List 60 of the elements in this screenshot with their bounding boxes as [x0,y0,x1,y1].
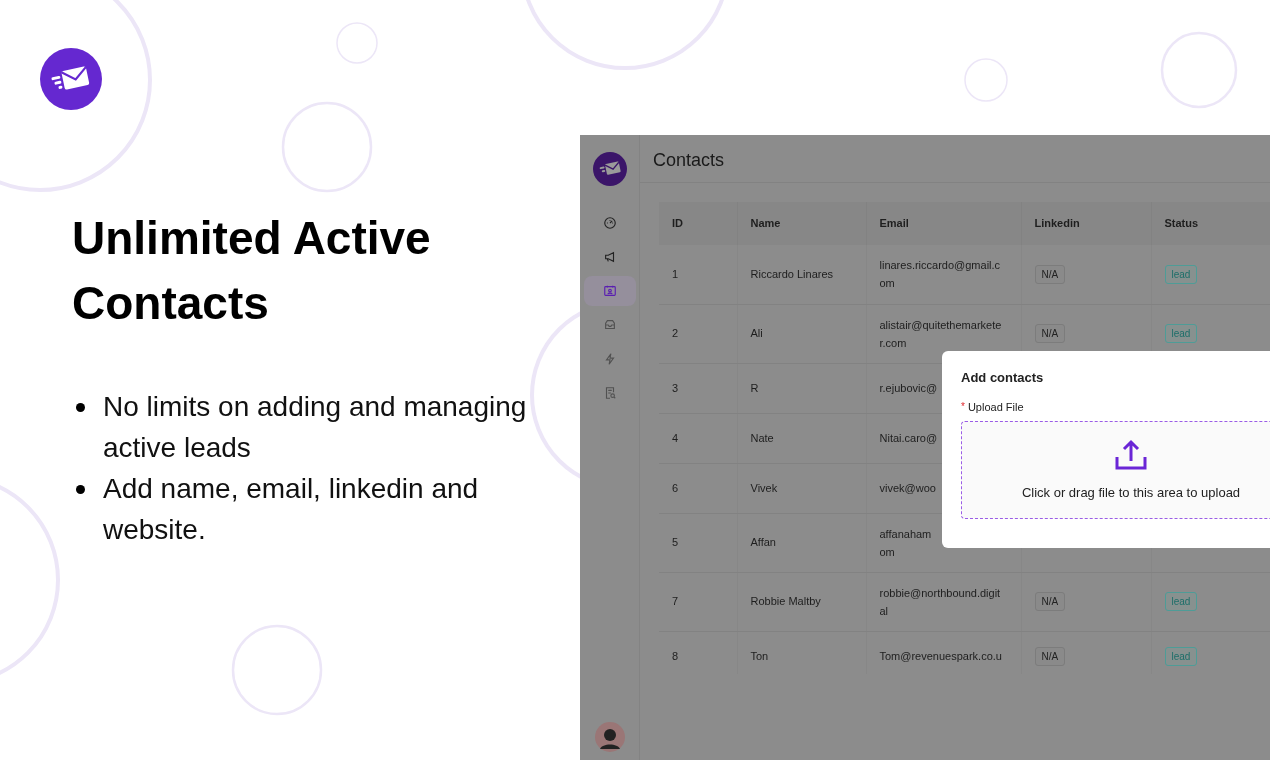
table-cell: 1 [659,245,737,304]
upload-icon [1114,439,1148,471]
table-cell: Ali [737,304,866,363]
linkedin-tag: N/A [1034,264,1066,284]
table-cell: 7 [659,572,737,631]
field-label: Upload File [967,399,1024,415]
bullet-text: Add name, email, linkedin and website. [103,472,480,547]
column-header: ID [659,202,737,245]
lightning-icon [602,352,617,366]
inbox-icon [602,318,617,332]
email-text: Tom@revenuespark.co.u [879,649,1002,664]
dialog-title: Add contacts [961,369,1045,387]
status-tag: lead [1164,264,1198,284]
upload-dropzone[interactable]: Click or drag file to this area to upload [961,421,1270,519]
table-cell: Nate [737,413,866,463]
email-text: Nitai.caro@ [879,431,938,446]
ring-decoration [336,22,378,64]
email-text: alistair@quitethemarkete r.com [879,317,1002,351]
table-cell: 8 [659,631,737,674]
logo-icon [40,48,102,110]
table-cell: R [737,363,866,413]
table-cell: Ton [737,631,866,674]
email-text: r.ejubovic@ [879,381,938,396]
bullet-text: No limits on adding and managing active leads [103,390,528,465]
contact-card-icon [602,284,617,298]
column-header: Name [737,202,866,245]
email-text: affanaham om [879,526,932,560]
table-cell: 2 [659,304,737,363]
required-icon: * [961,398,965,415]
email-text: vivek@woo [879,481,936,496]
bullet-icon [76,485,85,494]
page-title: Contacts [640,135,1270,183]
table-cell: Riccardo Linares [737,245,866,304]
slide-heading: Unlimited Active Contacts [72,211,432,331]
email-text: linares.riccardo@gmail.c om [879,258,1001,292]
table-cell: Robbie Maltby [737,572,866,631]
status-tag: lead [1164,646,1198,666]
email-text: robbie@northbound.digit al [879,585,1001,619]
linkedin-tag: N/A [1034,324,1066,343]
table-cell: Affan [737,513,866,572]
avatar-icon [594,722,625,752]
column-header: Linkedin [1021,202,1151,245]
linkedin-tag: N/A [1034,592,1066,611]
column-header: Email [866,202,1021,245]
table-cell: 5 [659,513,737,572]
table-cell: 4 [659,413,737,463]
table-cell: 6 [659,463,737,513]
linkedin-tag: N/A [1034,646,1066,666]
ring-decoration [964,58,1008,102]
status-tag: lead [1164,592,1198,611]
gauge-icon [602,216,617,230]
dropzone-text: Click or drag file to this area to upload [1021,484,1241,502]
table-cell: Vivek [737,463,866,513]
nav-item[interactable] [583,276,636,306]
column-header: Status [1151,202,1270,245]
logo-icon [592,152,627,186]
status-tag: lead [1164,324,1198,343]
table-cell: 3 [659,363,737,413]
megaphone-icon [602,250,617,264]
bullet-icon [76,403,85,412]
